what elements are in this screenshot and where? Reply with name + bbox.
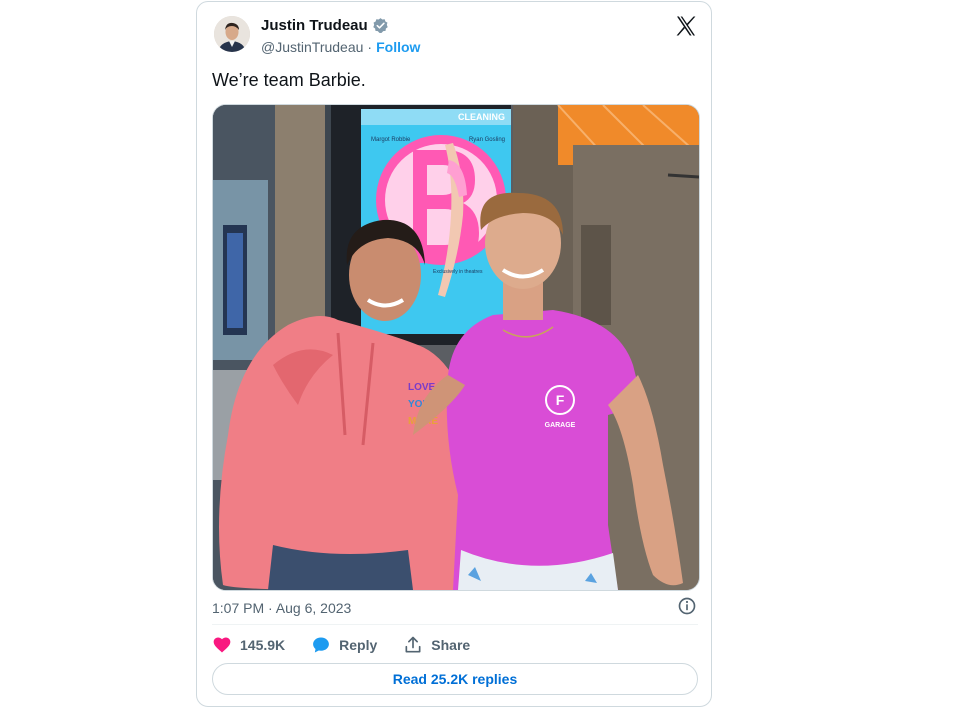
shirt-logo-letter: F — [556, 392, 565, 408]
tweet-card: Justin Trudeau @JustinTrudeau · Follow W… — [196, 1, 712, 707]
share-button[interactable]: Share — [403, 635, 470, 655]
info-icon[interactable] — [677, 596, 697, 616]
tweet-actions: 145.9K Reply Share — [212, 635, 496, 655]
like-button[interactable]: 145.9K — [212, 635, 285, 655]
share-label: Share — [431, 637, 471, 653]
tweet-photo[interactable]: CLEANING Margot Robbie Ryan Gosling Excl… — [212, 104, 700, 591]
author-handle[interactable]: @JustinTrudeau — [261, 39, 363, 55]
shirt-text: GARAGE — [545, 422, 576, 429]
separator-dot: · — [367, 39, 373, 55]
reply-button[interactable]: Reply — [311, 635, 377, 655]
avatar-image — [214, 16, 250, 52]
author-avatar[interactable] — [214, 16, 250, 52]
poster-actor-left: Margot Robbie — [371, 137, 411, 143]
read-replies-button[interactable]: Read 25.2K replies — [212, 663, 698, 695]
reply-label: Reply — [339, 637, 378, 653]
actions-divider — [212, 624, 698, 625]
poster-actor-right: Ryan Gosling — [469, 137, 505, 143]
author-name[interactable]: Justin Trudeau — [261, 17, 368, 34]
author-handle-row: @JustinTrudeau · Follow — [261, 39, 420, 55]
tweet-text: We’re team Barbie. — [212, 70, 366, 90]
heart-icon — [213, 637, 231, 653]
tweet-timestamp[interactable]: 1:07 PM · Aug 6, 2023 — [212, 600, 351, 616]
x-logo-icon[interactable] — [674, 14, 698, 38]
photo-illustration: CLEANING Margot Robbie Ryan Gosling Excl… — [213, 105, 699, 590]
share-arrow-icon — [405, 636, 421, 653]
speech-bubble-icon — [313, 637, 330, 653]
poster-top-text: CLEANING — [458, 112, 505, 122]
author-name-row: Justin Trudeau — [261, 17, 389, 34]
verified-badge-icon — [372, 18, 388, 33]
like-count: 145.9K — [240, 637, 286, 653]
poster-release-text: Exclusively in theatres — [433, 269, 483, 275]
follow-button[interactable]: Follow — [376, 39, 420, 55]
